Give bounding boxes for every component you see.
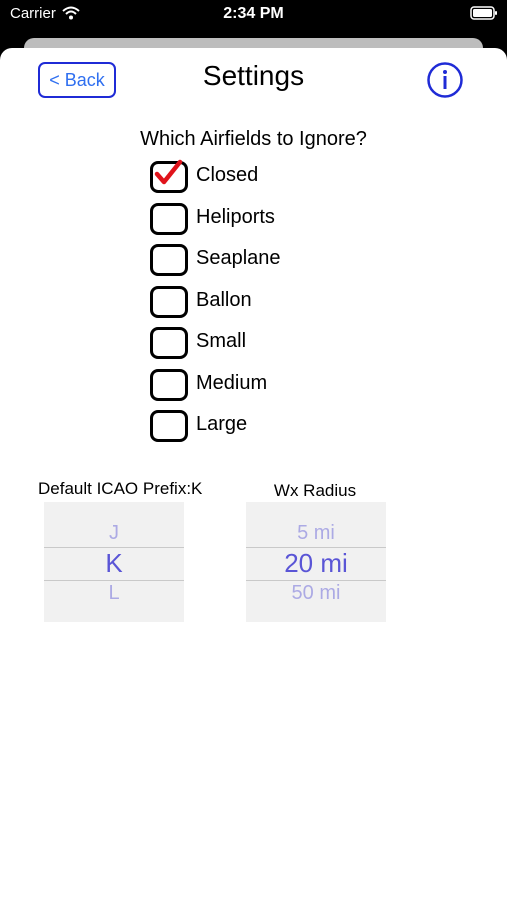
checkbox-row-seaplane[interactable]: Seaplane	[150, 244, 350, 278]
checkbox[interactable]	[150, 369, 188, 401]
info-icon[interactable]	[427, 62, 463, 98]
checkmark-icon	[154, 159, 183, 185]
checkbox-label: Ballon	[196, 289, 252, 311]
battery-icon	[470, 6, 497, 20]
checkbox[interactable]	[150, 327, 188, 359]
icao-prefix-picker[interactable]: J K L	[44, 502, 184, 622]
checkbox-row-closed[interactable]: Closed	[150, 159, 350, 195]
checkbox-label: Medium	[196, 372, 268, 394]
picker-option-selected[interactable]: K	[44, 547, 184, 579]
checkbox[interactable]	[150, 203, 188, 235]
status-bar: Carrier 2:34 PM	[0, 0, 507, 30]
checkbox-row-ballon[interactable]: Ballon	[150, 286, 350, 320]
picker-option-selected[interactable]: 20 mi	[246, 547, 386, 579]
checkbox-label: Seaplane	[196, 247, 281, 269]
picker-option-below[interactable]: L	[44, 582, 184, 605]
icao-prefix-label: Default ICAO Prefix:K	[38, 479, 203, 498]
checkbox[interactable]	[150, 410, 188, 442]
checkbox[interactable]	[150, 286, 188, 318]
wx-radius-label: Wx Radius	[273, 481, 357, 500]
checkbox-row-medium[interactable]: Medium	[150, 369, 350, 403]
checkbox-label: Large	[196, 413, 248, 435]
checkbox-row-small[interactable]: Small	[150, 327, 350, 361]
checkbox[interactable]	[150, 244, 188, 276]
checkbox-label: Small	[196, 330, 247, 352]
picker-option-above[interactable]: 5 mi	[246, 522, 386, 545]
picker-option-above[interactable]: J	[44, 522, 184, 545]
settings-sheet: < Back Settings Which Airfields to Ignor…	[0, 48, 507, 900]
picker-option-below[interactable]: 50 mi	[246, 582, 386, 605]
wx-radius-picker[interactable]: 5 mi 20 mi 50 mi	[246, 502, 386, 622]
checkbox-row-large[interactable]: Large	[150, 410, 350, 444]
clock: 2:34 PM	[223, 5, 284, 22]
checkbox-label: Closed	[196, 164, 259, 186]
ignore-question: Which Airfields to Ignore?	[140, 128, 367, 150]
checkbox-row-heliports[interactable]: Heliports	[150, 203, 350, 237]
checkbox-label: Heliports	[196, 206, 275, 228]
